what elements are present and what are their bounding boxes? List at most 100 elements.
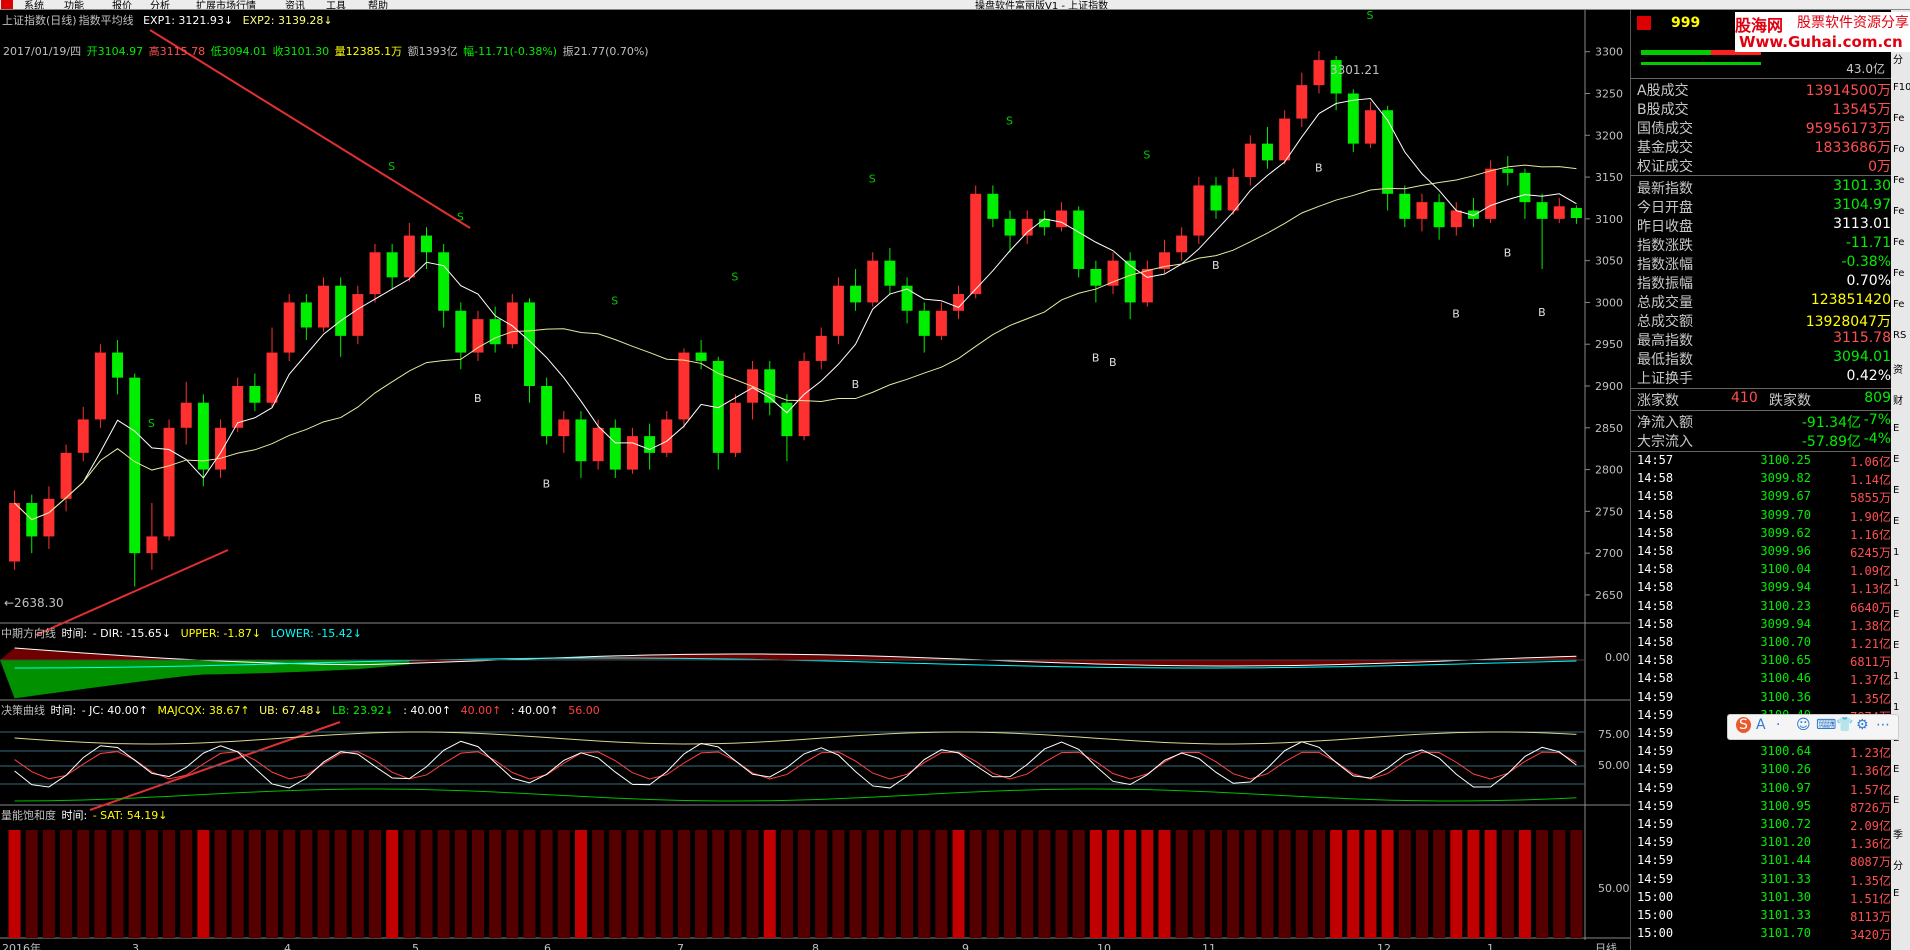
tick-price: 3101.20 (1760, 835, 1811, 850)
sidebar-tool-button[interactable]: 财 (1893, 392, 1903, 407)
menu-item-analysis[interactable]: 分析 (150, 0, 170, 9)
sidebar-tool-button[interactable]: E (1893, 423, 1899, 434)
sidebar-tool-button[interactable]: Fe (1893, 268, 1904, 279)
ime-tool-icon[interactable]: ☺ (1796, 717, 1811, 733)
ime-logo-icon[interactable]: S (1736, 717, 1751, 733)
tick-row[interactable]: 14:58 3099.82 1.14亿 (1631, 471, 1891, 489)
menu-item-quote[interactable]: 报价 (112, 0, 132, 9)
chart-area[interactable]: 3300 3250 3200 3150 3100 3050 3000 2950 2900 2850… (0, 10, 1630, 950)
saturation-bar (317, 830, 330, 938)
tick-row[interactable]: 14:58 3100.23 6640万 (1631, 599, 1891, 617)
tick-price: 3100.04 (1760, 562, 1811, 577)
ime-tool-icon[interactable]: ⋯ (1876, 717, 1890, 733)
tick-row[interactable]: 14:59 3101.33 1.35亿 (1631, 872, 1891, 890)
tick-volume: 1.23亿 (1850, 746, 1891, 761)
sidebar-tool-button[interactable]: E (1893, 485, 1899, 496)
sub1-title[interactable]: 中期方向线 (1, 627, 56, 640)
menu-item-function[interactable]: 功能 (64, 0, 84, 9)
index-stat-row-value: -0.38% (1841, 254, 1891, 270)
tick-row[interactable]: 15:00 3101.70 3420万 (1631, 926, 1891, 944)
date-axis-label: 5 (412, 942, 419, 950)
sidebar-tool-button[interactable]: E (1893, 516, 1899, 527)
price-axis-label: 3300 (1595, 46, 1623, 59)
sidebar-tool-button[interactable]: 1 (1893, 547, 1899, 558)
menu-item-tools[interactable]: 工具 (326, 0, 346, 9)
ime-tool-icon[interactable]: · (1776, 717, 1780, 733)
sub2-title[interactable]: 决策曲线 (1, 704, 45, 717)
tick-row[interactable]: 14:58 3099.70 1.90亿 (1631, 508, 1891, 526)
sidebar-tool-button[interactable]: 季 (1893, 826, 1903, 841)
market-volume-row-value: 13545万 (1832, 102, 1891, 118)
ohlc-volume: 量12385.1万 (334, 45, 403, 58)
tick-row[interactable]: 14:59 3100.64 1.23亿 (1631, 744, 1891, 762)
menu-item-system[interactable]: 系统 (24, 0, 44, 9)
tick-row[interactable]: 14:58 3100.04 1.09亿 (1631, 562, 1891, 580)
sidebar-tool-button[interactable]: E (1893, 795, 1899, 806)
tick-row[interactable]: 14:58 3099.94 1.38亿 (1631, 617, 1891, 635)
tick-row[interactable]: 15:00 3101.33 8113万 (1631, 908, 1891, 926)
tick-row[interactable]: 14:59 3100.36 1.35亿 (1631, 690, 1891, 708)
saturation-bar (1261, 830, 1274, 938)
menu-item-news[interactable]: 资讯 (285, 0, 305, 9)
tick-row[interactable]: 14:58 3099.96 6245万 (1631, 544, 1891, 562)
sidebar-tool-button[interactable]: Fe (1893, 237, 1904, 248)
tick-row[interactable]: 15:00 3101.30 1.51亿 (1631, 890, 1891, 908)
sidebar-tool-button[interactable]: Fe (1893, 113, 1904, 124)
price-axis-label: 3000 (1595, 296, 1623, 309)
ime-toolbar[interactable]: S A · ☺ ⌨ 👕 ⚙ ⋯ (1727, 714, 1899, 740)
saturation-bar (677, 830, 690, 938)
tick-price: 3099.94 (1760, 616, 1811, 631)
saturation-bar (386, 830, 399, 938)
sidebar-tool-button[interactable]: 分 (1893, 51, 1903, 66)
candle-body (112, 352, 124, 378)
saturation-bar (574, 830, 587, 938)
saturation-bar (1244, 830, 1257, 938)
tick-row[interactable]: 14:59 3100.72 2.09亿 (1631, 817, 1891, 835)
tick-row[interactable]: 14:59 3100.97 1.57亿 (1631, 781, 1891, 799)
high-annotation: 3301.21 (1330, 63, 1380, 77)
ime-tool-icon[interactable]: ⌨ (1816, 717, 1836, 733)
menu-item-ext-market[interactable]: 扩展市场行情 (196, 0, 256, 9)
sidebar-tool-button[interactable]: E (1893, 764, 1899, 775)
sidebar-tool-button[interactable]: E (1893, 640, 1899, 651)
tick-row[interactable]: 14:59 3100.95 8726万 (1631, 799, 1891, 817)
sidebar-tool-button[interactable]: E (1893, 888, 1899, 899)
tick-row[interactable]: 14:58 3099.67 5855万 (1631, 489, 1891, 507)
sidebar-tool-button[interactable]: Fe (1893, 175, 1904, 186)
annotation-arrow (149, 29, 471, 229)
sidebar-tool-button[interactable]: RS (1893, 330, 1906, 341)
sidebar-tool-button[interactable]: Fe (1893, 206, 1904, 217)
candle-body (1485, 168, 1497, 219)
sidebar-tool-button[interactable]: F10 (1893, 82, 1910, 93)
index-stat-row-label: 总成交量 (1637, 295, 1693, 311)
menu-item-help[interactable]: 帮助 (368, 0, 388, 9)
sidebar-tool-button[interactable]: 1 (1893, 671, 1899, 682)
sidebar-tool-button[interactable]: 分 (1893, 857, 1903, 872)
sidebar-tool-button[interactable]: 1 (1893, 702, 1899, 713)
tick-price: 3100.95 (1760, 798, 1811, 813)
tick-row[interactable]: 14:59 3100.26 1.36亿 (1631, 762, 1891, 780)
sub3-title[interactable]: 量能饱和度 (1, 809, 56, 822)
sidebar-tool-button[interactable]: E (1893, 454, 1899, 465)
tick-row[interactable]: 14:59 3101.44 8087万 (1631, 853, 1891, 871)
sidebar-tool-button[interactable]: Fo (1893, 144, 1905, 155)
sidebar-tool-button[interactable]: E (1893, 609, 1899, 620)
sidebar-tool-button[interactable]: Fe (1893, 299, 1904, 310)
kline-chart[interactable]: 3300 3250 3200 3150 3100 3050 3000 2950 2900 2850… (0, 10, 1630, 950)
sidebar-tool-button[interactable]: 1 (1893, 578, 1899, 589)
tick-row[interactable]: 14:59 3101.20 1.36亿 (1631, 835, 1891, 853)
stock-g-icon[interactable] (1637, 16, 1651, 30)
tick-row[interactable]: 14:58 3100.65 6811万 (1631, 653, 1891, 671)
tick-row[interactable]: 14:57 3100.25 1.06亿 (1631, 453, 1891, 471)
sidebar-tool-button[interactable]: 资 (1893, 361, 1903, 376)
tick-row[interactable]: 14:58 3100.70 1.21亿 (1631, 635, 1891, 653)
tick-row[interactable]: 14:58 3100.46 1.37亿 (1631, 671, 1891, 689)
ime-tool-icon[interactable]: 👕 (1836, 717, 1853, 733)
ime-tool-icon[interactable]: A (1756, 717, 1766, 733)
tick-row[interactable]: 14:58 3099.94 1.13亿 (1631, 580, 1891, 598)
ime-tool-icon[interactable]: ⚙ (1856, 717, 1869, 733)
tick-row[interactable]: 14:58 3099.62 1.16亿 (1631, 526, 1891, 544)
app-logo-icon[interactable] (1, 0, 13, 9)
main-indicator-name[interactable]: 指数平均线 (79, 14, 134, 27)
candle-body (832, 285, 844, 336)
